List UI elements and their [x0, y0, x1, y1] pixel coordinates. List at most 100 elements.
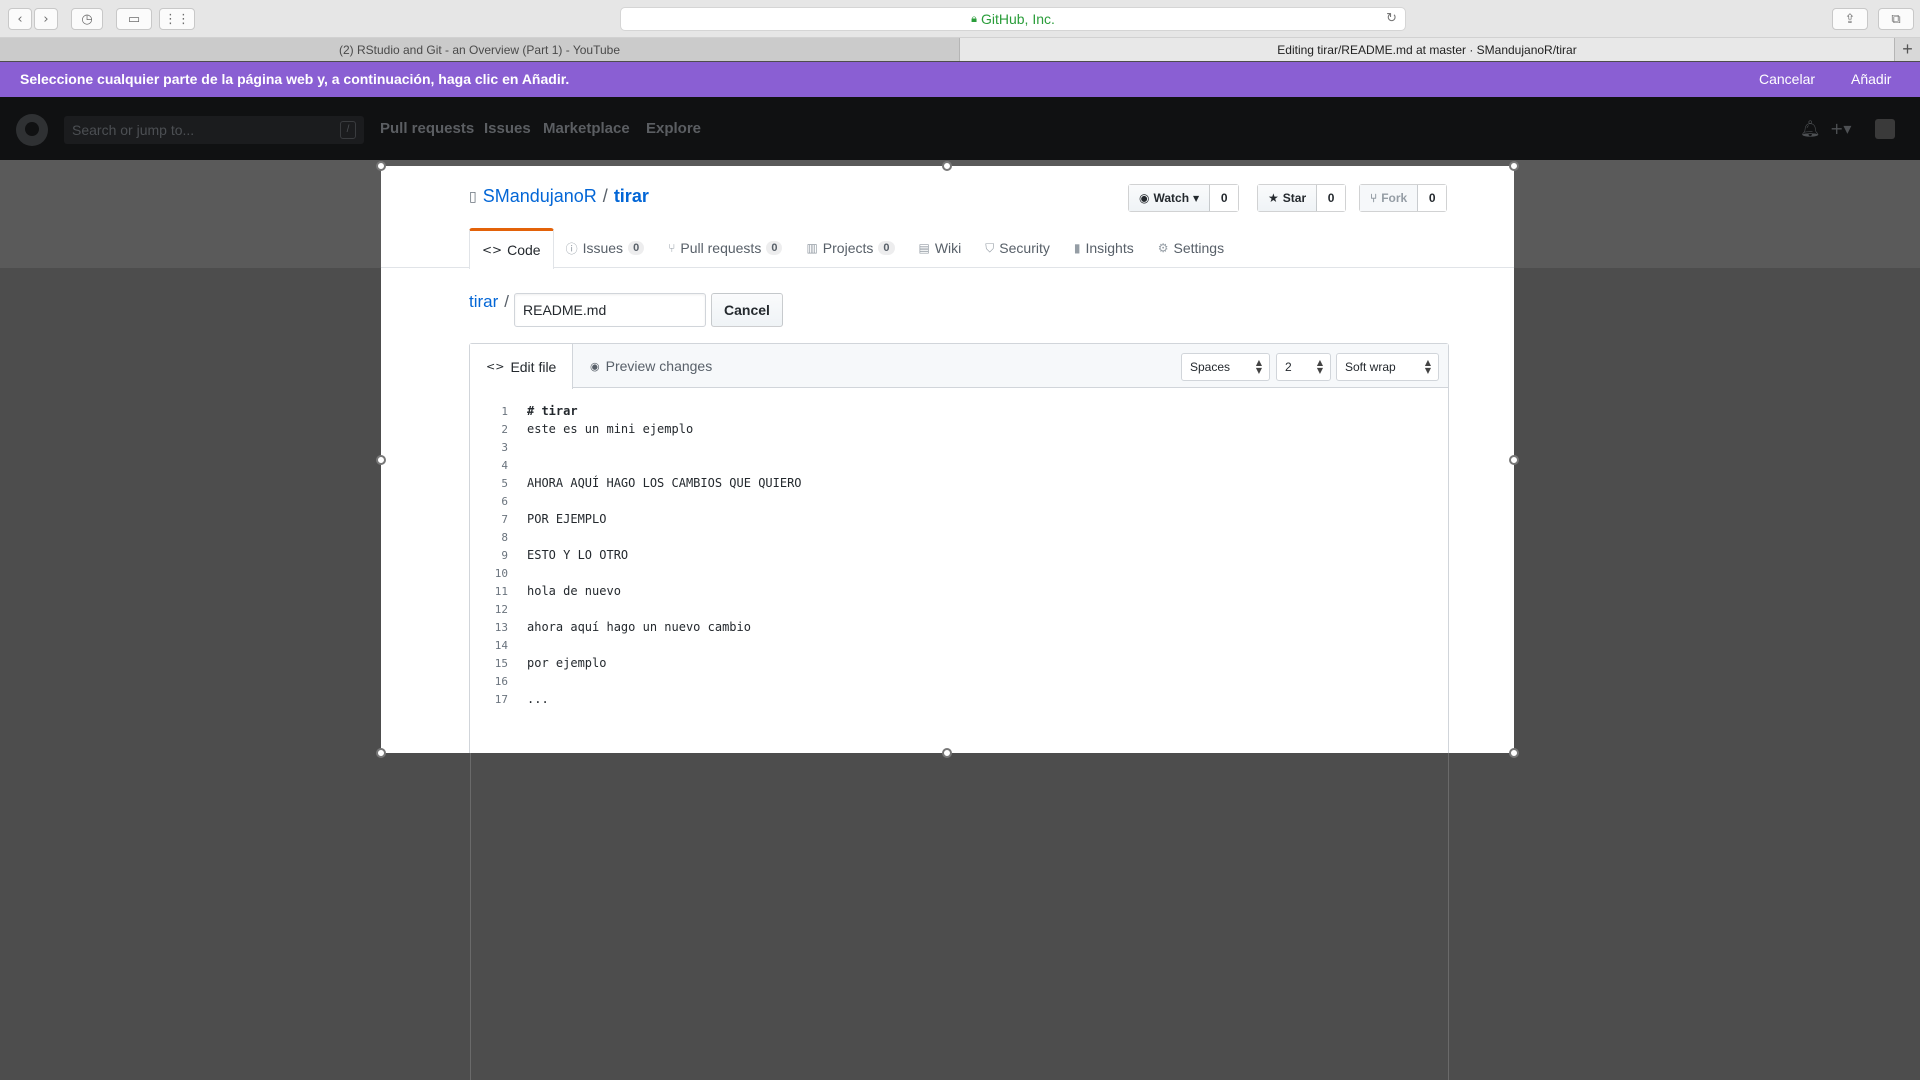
code-line[interactable]: 7 POR EJEMPLO: [470, 510, 1448, 528]
selection-handle-top-right[interactable]: [1509, 161, 1519, 171]
github-header: Search or jump to... / Pull requests Iss…: [0, 97, 1920, 160]
line-content: POR EJEMPLO: [527, 512, 607, 526]
select-arrows-icon: ▲ ▼: [1424, 358, 1431, 375]
breadcrumb-root-link[interactable]: tirar: [469, 292, 498, 312]
reload-icon[interactable]: ↻: [1386, 11, 1397, 26]
code-line[interactable]: 13 ahora aquí hago un nuevo cambio: [470, 618, 1448, 636]
chevron-down-icon: ▼: [1193, 193, 1200, 203]
nav-issues[interactable]: Issues: [484, 120, 531, 137]
fork-count[interactable]: 0: [1418, 185, 1447, 211]
cancel-button[interactable]: Cancel: [711, 293, 783, 327]
forward-icon[interactable]: ›: [34, 8, 58, 30]
line-number: 14: [494, 638, 508, 652]
code-line[interactable]: 8: [470, 528, 1448, 546]
line-number: 10: [494, 566, 508, 580]
code-line[interactable]: 3: [470, 438, 1448, 456]
file-editor: <> Edit file ◉ Preview changes Spaces ▲ ▼…: [469, 343, 1449, 753]
code-line[interactable]: 5 AHORA AQUÍ HAGO LOS CAMBIOS QUE QUIERO: [470, 474, 1448, 492]
tab-github-editing[interactable]: Editing tirar/README.md at master · SMan…: [960, 38, 1895, 61]
selection-handle-bottom[interactable]: [942, 748, 952, 758]
tab-code-label: Code: [507, 242, 541, 258]
code-line[interactable]: 16: [470, 672, 1448, 690]
code-line[interactable]: 9 ESTO Y LO OTRO: [470, 546, 1448, 564]
watch-button[interactable]: ◉ Watch ▼: [1129, 185, 1211, 211]
selection-handle-right[interactable]: [1509, 455, 1519, 465]
code-line[interactable]: 6: [470, 492, 1448, 510]
shield-icon: ⛉: [985, 240, 995, 255]
browser-toolbar: ‹ › ◷ ▭ ⋮⋮ 🔒︎ GitHub, Inc. ↻ ⇪ ⧉: [0, 0, 1920, 38]
breadcrumb-separator: /: [504, 292, 510, 311]
code-area[interactable]: 1 # tirar 2 este es un mini ejemplo 3 4 5 AHORA…: [470, 402, 1448, 708]
tab-pull-requests[interactable]: ⑂ Pull requests 0: [656, 228, 794, 268]
tab-code[interactable]: <> Code: [469, 228, 554, 269]
star-button[interactable]: ★ Star: [1258, 185, 1318, 211]
code-line[interactable]: 10: [470, 564, 1448, 582]
code-line[interactable]: 4: [470, 456, 1448, 474]
wrap-mode-select[interactable]: Soft wrap ▲ ▼: [1336, 353, 1439, 381]
star-count[interactable]: 0: [1317, 185, 1346, 211]
editor-border-right-dimmed: [1448, 753, 1449, 1080]
notifications-icon[interactable]: 🔔︎: [1800, 119, 1820, 138]
watch-count[interactable]: 0: [1210, 185, 1239, 211]
tab-security-label: Security: [999, 240, 1050, 256]
issue-icon: ⓘ: [565, 241, 578, 256]
code-line[interactable]: 11 hola de nuevo: [470, 582, 1448, 600]
github-logo-icon[interactable]: [16, 114, 48, 146]
tab-settings[interactable]: ⚙ Settings: [1146, 228, 1236, 268]
selection-handle-left[interactable]: [376, 455, 386, 465]
tab-edit-file-label: Edit file: [510, 358, 557, 375]
line-content: ...: [527, 692, 549, 706]
line-number: 3: [501, 440, 508, 454]
url-label: GitHub, Inc.: [980, 11, 1055, 27]
create-new-icon[interactable]: +▾: [1830, 119, 1851, 138]
indent-size-select[interactable]: 2 ▲ ▼: [1276, 353, 1331, 381]
history-icon[interactable]: ◷: [71, 8, 103, 30]
repo-icon: ▯: [469, 188, 477, 205]
filename-input[interactable]: README.md: [514, 293, 706, 327]
tab-security[interactable]: ⛉ Security: [973, 228, 1062, 268]
banner-add-button[interactable]: Añadir: [1851, 71, 1891, 87]
line-number: 2: [501, 422, 508, 436]
selection-region[interactable]: ▯ SMandujanoR / tirar ◉ Watch ▼ 0 ★ Star…: [381, 166, 1514, 753]
repo-name-link[interactable]: tirar: [614, 186, 649, 207]
tab-projects[interactable]: ▥ Projects 0: [794, 228, 906, 268]
avatar[interactable]: [1875, 119, 1895, 139]
share-icon[interactable]: ⇪: [1832, 8, 1868, 30]
select-arrows-icon: ▲ ▼: [1316, 358, 1323, 375]
tab-issues[interactable]: ⓘ Issues 0: [554, 228, 657, 268]
tab-wiki-label: Wiki: [934, 240, 962, 256]
tab-youtube[interactable]: (2) RStudio and Git - an Overview (Part …: [0, 38, 960, 61]
code-line[interactable]: 17...: [470, 690, 1448, 708]
indent-mode-select[interactable]: Spaces ▲ ▼: [1181, 353, 1270, 381]
code-line[interactable]: 12: [470, 600, 1448, 618]
search-input[interactable]: Search or jump to... /: [64, 116, 364, 144]
banner-cancel-button[interactable]: Cancelar: [1759, 71, 1815, 87]
lock-icon: 🔒︎: [971, 12, 977, 25]
nav-explore[interactable]: Explore: [646, 120, 701, 137]
fork-group: ⑂ Fork 0: [1359, 184, 1448, 212]
code-line[interactable]: 15 por ejemplo: [470, 654, 1448, 672]
sidebar-icon[interactable]: ▭: [116, 8, 152, 30]
code-line[interactable]: 1 # tirar: [470, 402, 1448, 420]
selection-handle-top-left[interactable]: [376, 161, 386, 171]
tabs-overview-icon[interactable]: ⧉: [1878, 8, 1914, 30]
nav-pull-requests[interactable]: Pull requests: [380, 120, 474, 137]
selection-handle-top[interactable]: [942, 161, 952, 171]
fork-button[interactable]: ⑂ Fork: [1360, 185, 1419, 211]
selection-handle-bottom-left[interactable]: [376, 748, 386, 758]
top-sites-icon[interactable]: ⋮⋮: [159, 8, 195, 30]
repo-owner-link[interactable]: SMandujanoR: [483, 186, 597, 207]
address-bar[interactable]: 🔒︎ GitHub, Inc. ↻: [620, 7, 1406, 31]
tab-insights[interactable]: ▮ Insights: [1062, 228, 1146, 268]
tab-preview-changes[interactable]: ◉ Preview changes: [574, 344, 728, 388]
tab-wiki[interactable]: ▤ Wiki: [907, 228, 974, 268]
tab-edit-file[interactable]: <> Edit file: [470, 344, 574, 389]
code-line[interactable]: 14: [470, 636, 1448, 654]
code-line[interactable]: 2 este es un mini ejemplo: [470, 420, 1448, 438]
nav-marketplace[interactable]: Marketplace: [543, 120, 630, 137]
line-content: ESTO Y LO OTRO: [527, 548, 629, 562]
back-icon[interactable]: ‹: [8, 8, 32, 30]
tab-preview-label: Preview changes: [605, 358, 713, 374]
new-tab-icon[interactable]: +: [1895, 38, 1920, 61]
selection-handle-bottom-right[interactable]: [1509, 748, 1519, 758]
